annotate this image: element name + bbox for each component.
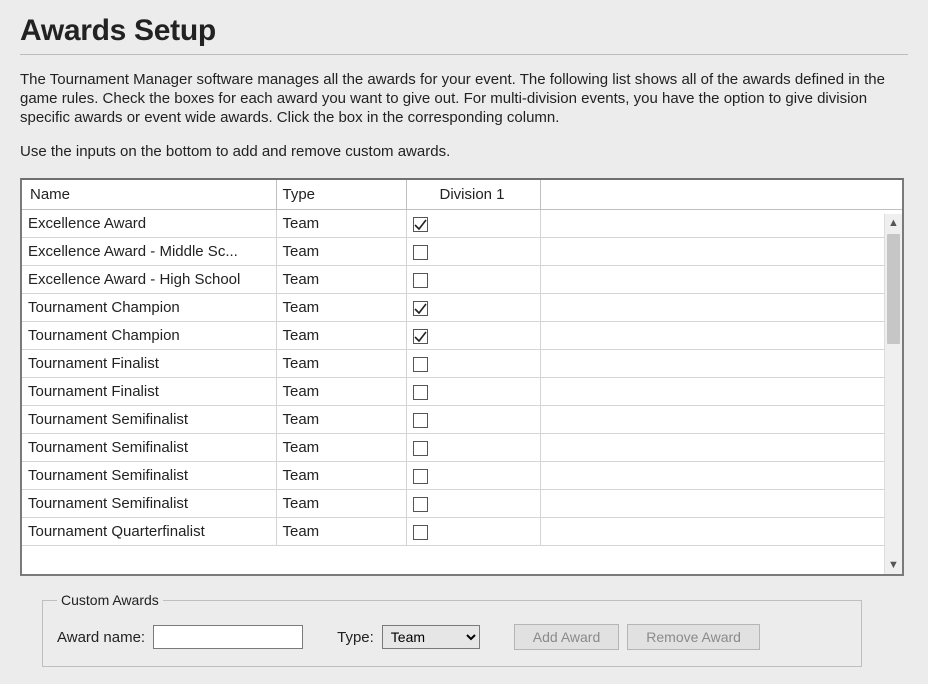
award-type-select[interactable]: Team — [382, 625, 480, 649]
award-name-cell: Excellence Award - Middle Sc... — [22, 238, 276, 266]
award-type-cell: Team — [276, 322, 406, 350]
award-type-cell: Team — [276, 378, 406, 406]
award-type-cell: Team — [276, 266, 406, 294]
award-type-cell: Team — [276, 294, 406, 322]
award-name-cell: Tournament Finalist — [22, 350, 276, 378]
col-header-division1[interactable]: Division 1 — [406, 180, 540, 210]
division1-checkbox[interactable] — [413, 497, 428, 512]
blank-cell — [540, 322, 902, 350]
division1-cell — [406, 378, 540, 406]
award-type-cell: Team — [276, 210, 406, 238]
award-type-cell: Team — [276, 238, 406, 266]
division1-cell — [406, 490, 540, 518]
awards-table-container: Name Type Division 1 Excellence AwardTea… — [20, 178, 904, 576]
division1-checkbox[interactable] — [413, 329, 428, 344]
page-title: Awards Setup — [20, 14, 908, 48]
vertical-scrollbar[interactable]: ▲ ▼ — [884, 214, 902, 574]
blank-cell — [540, 490, 902, 518]
division1-checkbox[interactable] — [413, 525, 428, 540]
table-row[interactable]: Tournament SemifinalistTeam — [22, 462, 902, 490]
custom-awards-group: Custom Awards Award name: Type: Team Add… — [42, 592, 862, 667]
division1-cell — [406, 210, 540, 238]
division1-cell — [406, 294, 540, 322]
award-name-cell: Excellence Award — [22, 210, 276, 238]
division1-checkbox[interactable] — [413, 469, 428, 484]
scroll-thumb[interactable] — [887, 234, 900, 344]
award-name-cell: Excellence Award - High School — [22, 266, 276, 294]
table-row[interactable]: Excellence Award - High SchoolTeam — [22, 266, 902, 294]
award-name-cell: Tournament Quarterfinalist — [22, 518, 276, 546]
intro-paragraph-2: Use the inputs on the bottom to add and … — [20, 143, 908, 162]
division1-checkbox[interactable] — [413, 217, 428, 232]
award-name-cell: Tournament Semifinalist — [22, 406, 276, 434]
division1-cell — [406, 350, 540, 378]
table-row[interactable]: Tournament SemifinalistTeam — [22, 434, 902, 462]
blank-cell — [540, 406, 902, 434]
add-award-button[interactable]: Add Award — [514, 624, 619, 650]
table-row[interactable]: Excellence AwardTeam — [22, 210, 902, 238]
award-name-cell: Tournament Semifinalist — [22, 434, 276, 462]
col-header-blank — [540, 180, 902, 210]
division1-cell — [406, 238, 540, 266]
col-header-name[interactable]: Name — [22, 180, 276, 210]
blank-cell — [540, 350, 902, 378]
division1-cell — [406, 322, 540, 350]
blank-cell — [540, 266, 902, 294]
blank-cell — [540, 518, 902, 546]
division1-checkbox[interactable] — [413, 385, 428, 400]
award-name-cell: Tournament Semifinalist — [22, 462, 276, 490]
table-row[interactable]: Tournament FinalistTeam — [22, 378, 902, 406]
division1-cell — [406, 462, 540, 490]
division1-checkbox[interactable] — [413, 301, 428, 316]
blank-cell — [540, 294, 902, 322]
award-name-label: Award name: — [57, 629, 145, 646]
division1-checkbox[interactable] — [413, 441, 428, 456]
table-header-row: Name Type Division 1 — [22, 180, 902, 210]
table-row[interactable]: Tournament QuarterfinalistTeam — [22, 518, 902, 546]
title-divider — [20, 54, 908, 55]
award-type-cell: Team — [276, 490, 406, 518]
division1-checkbox[interactable] — [413, 245, 428, 260]
custom-awards-legend: Custom Awards — [57, 592, 163, 608]
blank-cell — [540, 434, 902, 462]
award-type-cell: Team — [276, 406, 406, 434]
table-row[interactable]: Excellence Award - Middle Sc...Team — [22, 238, 902, 266]
intro-text: The Tournament Manager software manages … — [20, 71, 908, 162]
division1-checkbox[interactable] — [413, 357, 428, 372]
scroll-up-arrow-icon[interactable]: ▲ — [885, 214, 902, 232]
division1-cell — [406, 266, 540, 294]
division1-checkbox[interactable] — [413, 413, 428, 428]
award-name-cell: Tournament Champion — [22, 322, 276, 350]
award-name-input[interactable] — [153, 625, 303, 649]
blank-cell — [540, 238, 902, 266]
division1-checkbox[interactable] — [413, 273, 428, 288]
table-row[interactable]: Tournament ChampionTeam — [22, 294, 902, 322]
scroll-down-arrow-icon[interactable]: ▼ — [885, 556, 902, 574]
table-row[interactable]: Tournament FinalistTeam — [22, 350, 902, 378]
award-type-cell: Team — [276, 462, 406, 490]
remove-award-button[interactable]: Remove Award — [627, 624, 760, 650]
award-name-cell: Tournament Semifinalist — [22, 490, 276, 518]
award-name-cell: Tournament Champion — [22, 294, 276, 322]
col-header-type[interactable]: Type — [276, 180, 406, 210]
table-row[interactable]: Tournament SemifinalistTeam — [22, 490, 902, 518]
intro-paragraph-1: The Tournament Manager software manages … — [20, 71, 908, 127]
division1-cell — [406, 518, 540, 546]
division1-cell — [406, 406, 540, 434]
blank-cell — [540, 378, 902, 406]
awards-table: Name Type Division 1 Excellence AwardTea… — [22, 180, 902, 546]
award-type-cell: Team — [276, 350, 406, 378]
award-name-cell: Tournament Finalist — [22, 378, 276, 406]
award-type-label: Type: — [337, 629, 374, 646]
division1-cell — [406, 434, 540, 462]
blank-cell — [540, 210, 902, 238]
award-type-cell: Team — [276, 434, 406, 462]
blank-cell — [540, 462, 902, 490]
table-row[interactable]: Tournament SemifinalistTeam — [22, 406, 902, 434]
table-row[interactable]: Tournament ChampionTeam — [22, 322, 902, 350]
award-type-cell: Team — [276, 518, 406, 546]
